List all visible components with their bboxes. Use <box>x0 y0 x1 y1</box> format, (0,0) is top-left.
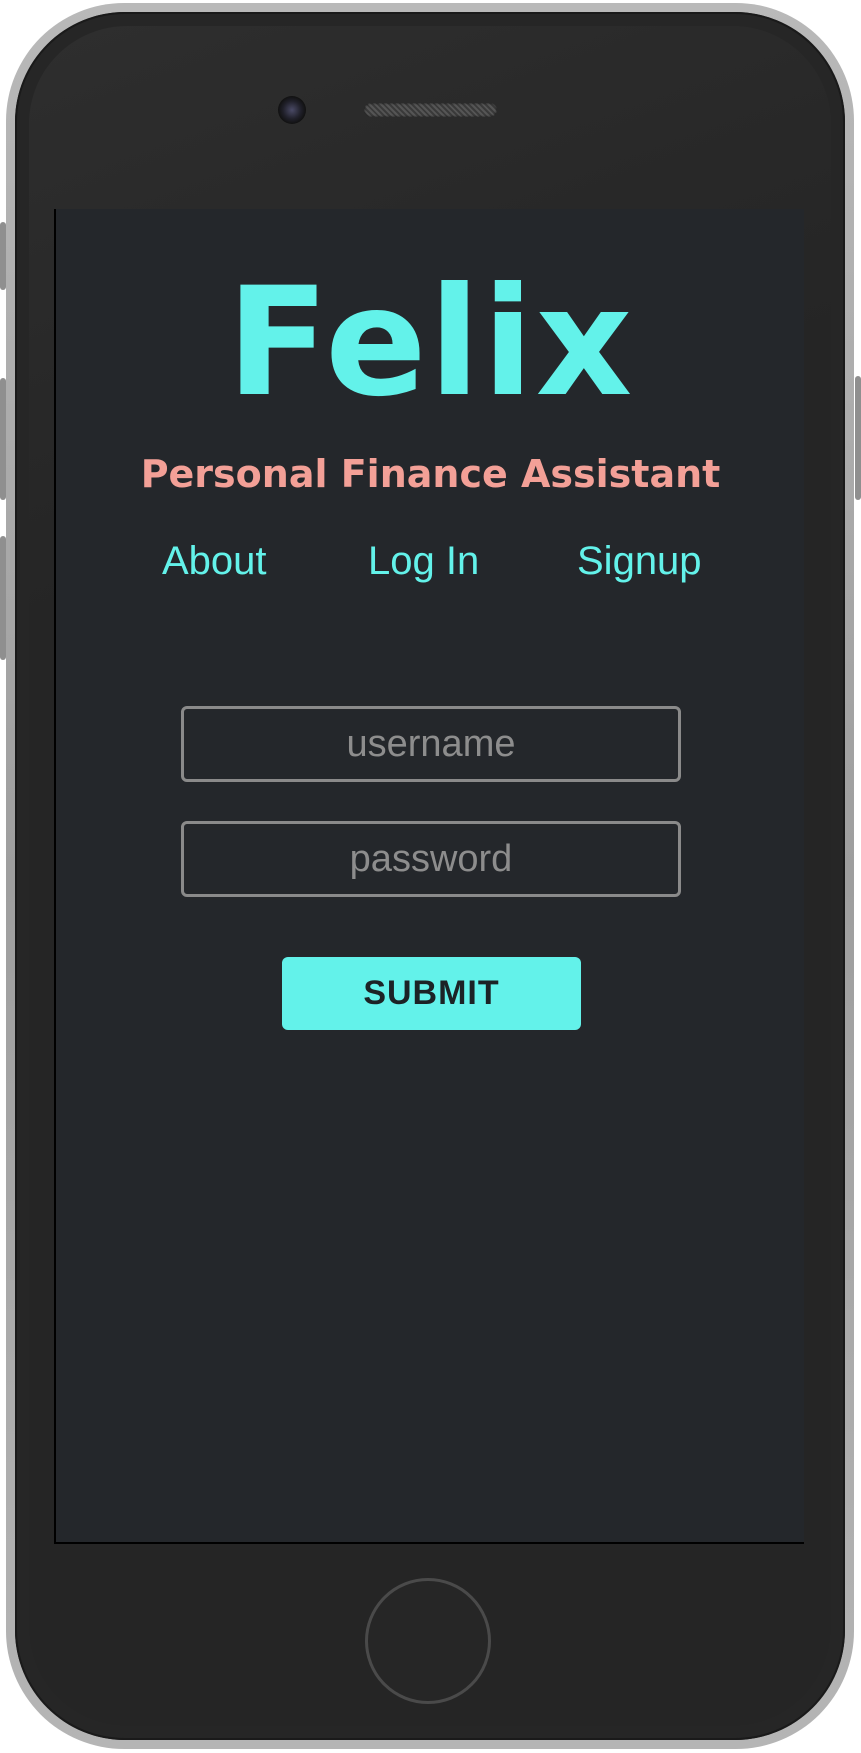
volume-down-button <box>0 536 6 660</box>
earpiece-speaker-icon <box>364 103 497 117</box>
nav-link-login[interactable]: Log In <box>368 535 479 587</box>
app-logo: Felix <box>226 256 635 430</box>
home-button-icon[interactable] <box>365 1578 491 1704</box>
username-input[interactable] <box>181 706 681 782</box>
password-input[interactable] <box>181 821 681 897</box>
nav-link-about[interactable]: About <box>162 535 267 587</box>
app-tagline: Personal Finance Assistant <box>140 452 721 496</box>
nav-link-signup[interactable]: Signup <box>577 535 702 587</box>
front-camera-icon <box>278 96 306 124</box>
submit-button[interactable]: SUBMIT <box>282 957 581 1030</box>
